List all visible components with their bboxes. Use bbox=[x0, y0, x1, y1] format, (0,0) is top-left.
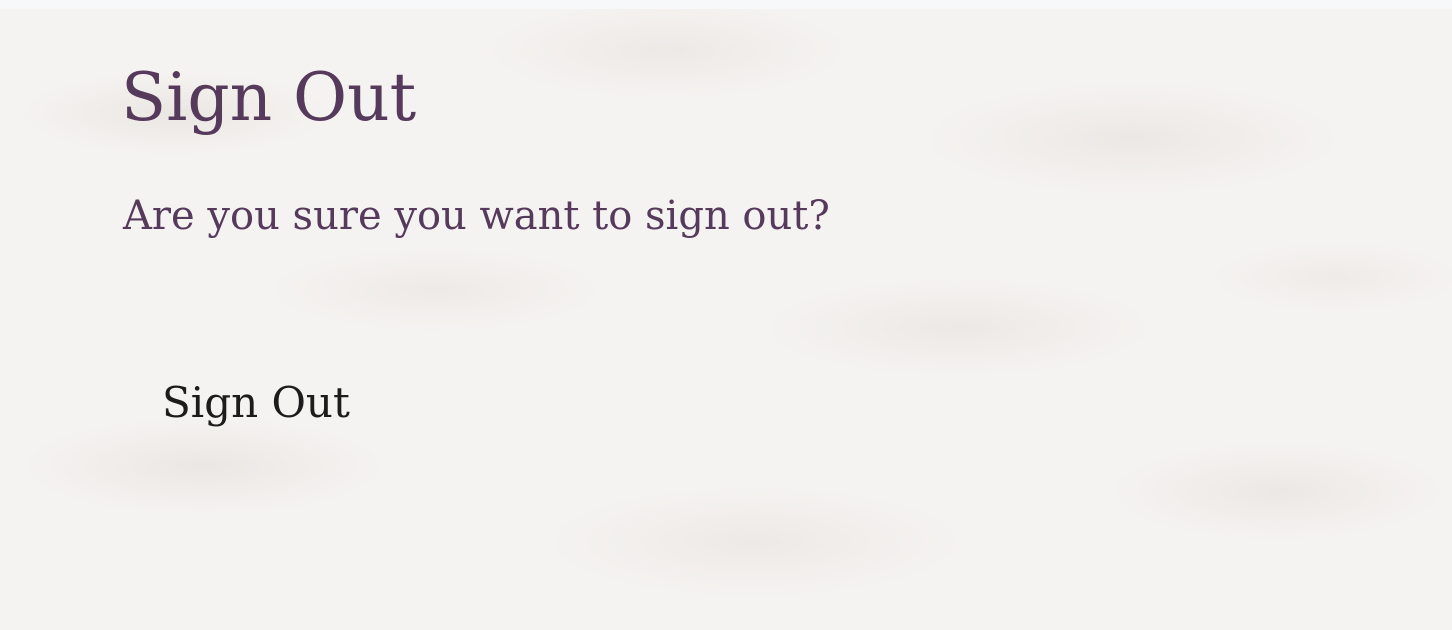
sign-out-button[interactable]: Sign Out bbox=[140, 366, 372, 440]
confirmation-message: Are you sure you want to sign out? bbox=[123, 193, 830, 239]
page-title: Sign Out bbox=[121, 59, 417, 136]
top-strip bbox=[0, 0, 1452, 9]
